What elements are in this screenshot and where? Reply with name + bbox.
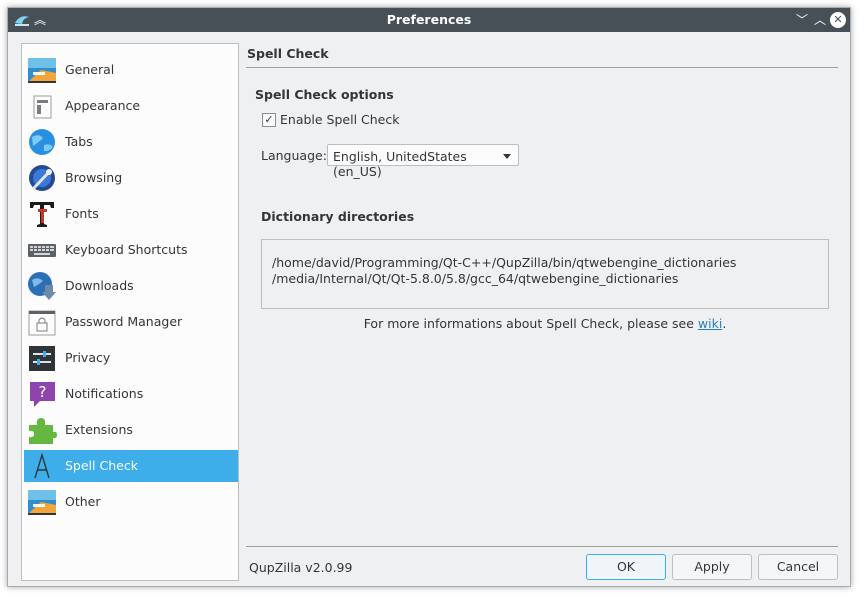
options-group-title: Spell Check options bbox=[255, 87, 394, 102]
info-text-body: For more informations about Spell Check,… bbox=[363, 316, 698, 331]
sidebar-item-label: Privacy bbox=[65, 350, 111, 365]
apply-button[interactable]: Apply bbox=[672, 554, 752, 580]
privacy-icon bbox=[29, 346, 55, 371]
sidebar-item-label: Fonts bbox=[65, 206, 99, 221]
close-icon[interactable]: ✕ bbox=[830, 12, 846, 28]
minimize-icon[interactable]: ﹀ bbox=[794, 12, 810, 28]
divider bbox=[246, 546, 838, 547]
sidebar-item-browsing[interactable]: Browsing bbox=[24, 162, 238, 194]
sidebar-item-label: Browsing bbox=[65, 170, 123, 185]
sidebar-item-keyboard-shortcuts[interactable]: Keyboard Shortcuts bbox=[24, 234, 238, 266]
appearance-icon bbox=[33, 95, 52, 119]
dictionary-directories-box[interactable]: /home/david/Programming/Qt-C++/QupZilla/… bbox=[261, 239, 829, 309]
downloads-icon bbox=[28, 272, 56, 300]
sidebar-item-privacy[interactable]: Privacy bbox=[24, 342, 238, 374]
sidebar-item-label: Extensions bbox=[65, 422, 133, 437]
info-text-suffix: . bbox=[722, 316, 727, 331]
language-label: Language: bbox=[261, 148, 327, 163]
category-list[interactable]: General Appearance Tabs Browsing Fonts K… bbox=[21, 43, 239, 581]
sidebar-item-label: Spell Check bbox=[65, 458, 138, 473]
sidebar-item-fonts[interactable]: Fonts bbox=[24, 198, 238, 230]
window-title: Preferences bbox=[386, 12, 472, 27]
sidebar-item-label: Tabs bbox=[65, 134, 93, 149]
cancel-button[interactable]: Cancel bbox=[758, 554, 838, 580]
sidebar-item-spell-check[interactable]: Spell Check bbox=[24, 450, 238, 482]
language-select[interactable]: English, UnitedStates (en_US) bbox=[327, 144, 519, 179]
notifications-icon: ? bbox=[30, 382, 55, 407]
svg-text:?: ? bbox=[39, 383, 47, 401]
ok-button[interactable]: OK bbox=[586, 554, 666, 580]
browsing-icon bbox=[29, 165, 55, 191]
preferences-window: ︽ Preferences ﹀ ︿ ✕ General Appearance T… bbox=[7, 7, 851, 587]
enable-spell-check-label[interactable]: Enable Spell Check bbox=[280, 112, 399, 127]
sidebar-item-notifications[interactable]: ? Notifications bbox=[24, 378, 238, 410]
sidebar-item-extensions[interactable]: Extensions bbox=[24, 414, 238, 446]
password-icon bbox=[28, 310, 56, 336]
info-text: For more informations about Spell Check,… bbox=[261, 316, 829, 331]
title-bar[interactable]: ︽ Preferences ﹀ ︿ ✕ bbox=[8, 8, 850, 32]
directory-path[interactable]: /home/david/Programming/Qt-C++/QupZilla/… bbox=[272, 255, 736, 270]
tabs-icon bbox=[29, 129, 55, 155]
language-select-value: English, UnitedStates (en_US) bbox=[333, 149, 467, 179]
chevron-down-icon bbox=[503, 154, 511, 159]
sidebar-item-label: Other bbox=[65, 494, 101, 509]
keyboard-icon bbox=[28, 244, 56, 257]
sidebar-item-downloads[interactable]: Downloads bbox=[24, 270, 238, 302]
dictionary-group-title: Dictionary directories bbox=[261, 209, 415, 224]
other-icon bbox=[28, 490, 56, 515]
sidebar-item-label: General bbox=[65, 62, 115, 77]
page-title: Spell Check bbox=[247, 46, 329, 61]
enable-spell-check-checkbox[interactable]: ✓ bbox=[262, 113, 276, 127]
sidebar-item-password-manager[interactable]: Password Manager bbox=[24, 306, 238, 338]
wiki-link[interactable]: wiki bbox=[698, 316, 722, 331]
fonts-icon bbox=[30, 202, 54, 227]
spell-check-page: Spell Check Spell Check options ✓ Enable… bbox=[246, 43, 840, 583]
extensions-icon bbox=[29, 418, 57, 444]
directory-path[interactable]: /media/Internal/Qt/Qt-5.8.0/5.8/gcc_64/q… bbox=[272, 271, 678, 286]
version-label: QupZilla v2.0.99 bbox=[249, 560, 353, 575]
sidebar-item-label: Notifications bbox=[65, 386, 144, 401]
sidebar-item-label: Appearance bbox=[65, 98, 141, 113]
maximize-icon[interactable]: ︿ bbox=[812, 12, 828, 28]
sidebar-item-general[interactable]: General bbox=[24, 54, 238, 86]
sidebar-item-other[interactable]: Other bbox=[24, 486, 238, 518]
sidebar-item-appearance[interactable]: Appearance bbox=[24, 90, 238, 122]
sidebar-item-label: Password Manager bbox=[65, 314, 183, 329]
general-icon bbox=[28, 58, 56, 83]
sidebar-item-tabs[interactable]: Tabs bbox=[24, 126, 238, 158]
sidebar-item-label: Keyboard Shortcuts bbox=[65, 242, 188, 257]
sidebar-item-label: Downloads bbox=[65, 278, 134, 293]
divider bbox=[246, 67, 838, 68]
spell-check-icon bbox=[34, 452, 50, 479]
